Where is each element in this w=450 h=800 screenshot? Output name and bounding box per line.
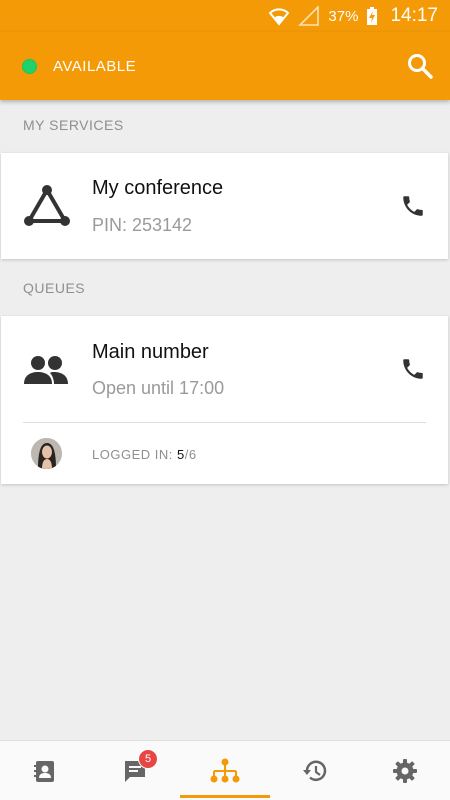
nav-messages[interactable] <box>90 741 180 800</box>
presence-label[interactable]: AVAILABLE <box>53 58 136 75</box>
history-icon <box>303 760 327 781</box>
contacts-icon <box>34 760 54 782</box>
nav-settings[interactable] <box>360 741 450 800</box>
bottom-navigation: 5 <box>0 740 450 800</box>
search-icon[interactable] <box>406 52 434 80</box>
org-chart-icon <box>210 758 240 782</box>
divider <box>23 422 426 423</box>
queue-hours: Open until 17:00 <box>92 378 225 398</box>
nav-contacts[interactable] <box>0 741 90 800</box>
logged-in-label: LOGGED IN: <box>92 447 177 462</box>
avatar <box>31 438 62 469</box>
battery-charging-icon <box>367 7 378 25</box>
phone-call-icon[interactable] <box>400 193 426 219</box>
nav-services[interactable] <box>180 741 270 800</box>
service-card-conference[interactable]: My conference PIN: 253142 <box>1 153 448 259</box>
presence-indicator[interactable] <box>22 58 37 74</box>
logged-in-count: 5 <box>176 447 185 462</box>
section-header-my-services: MY SERVICES <box>23 117 124 133</box>
service-title: My conference <box>92 177 224 199</box>
gear-icon <box>393 758 417 783</box>
app-bar: AVAILABLE <box>0 32 450 100</box>
phone-call-icon[interactable] <box>400 356 426 382</box>
logged-in-total: /6 <box>184 447 197 462</box>
status-bar: 37% 14:17 <box>0 0 450 32</box>
conference-triangle-icon <box>24 185 70 226</box>
wifi-icon <box>269 8 290 26</box>
nav-history[interactable] <box>270 741 360 800</box>
battery-percent: 37% <box>328 7 359 25</box>
clock: 14:17 <box>390 5 438 26</box>
service-pin: PIN: 253142 <box>92 215 193 235</box>
queue-card-main-number[interactable]: Main number Open until 17:00 LOGGED IN: … <box>1 316 448 484</box>
unread-badge: 5 <box>138 749 158 769</box>
section-header-queues: QUEUES <box>23 280 86 296</box>
avatar-image <box>31 438 62 469</box>
queue-title: Main number <box>92 341 209 363</box>
logged-in-status: LOGGED IN: 5/6 <box>92 447 197 462</box>
signal-icon <box>298 6 320 26</box>
group-icon <box>24 356 68 384</box>
